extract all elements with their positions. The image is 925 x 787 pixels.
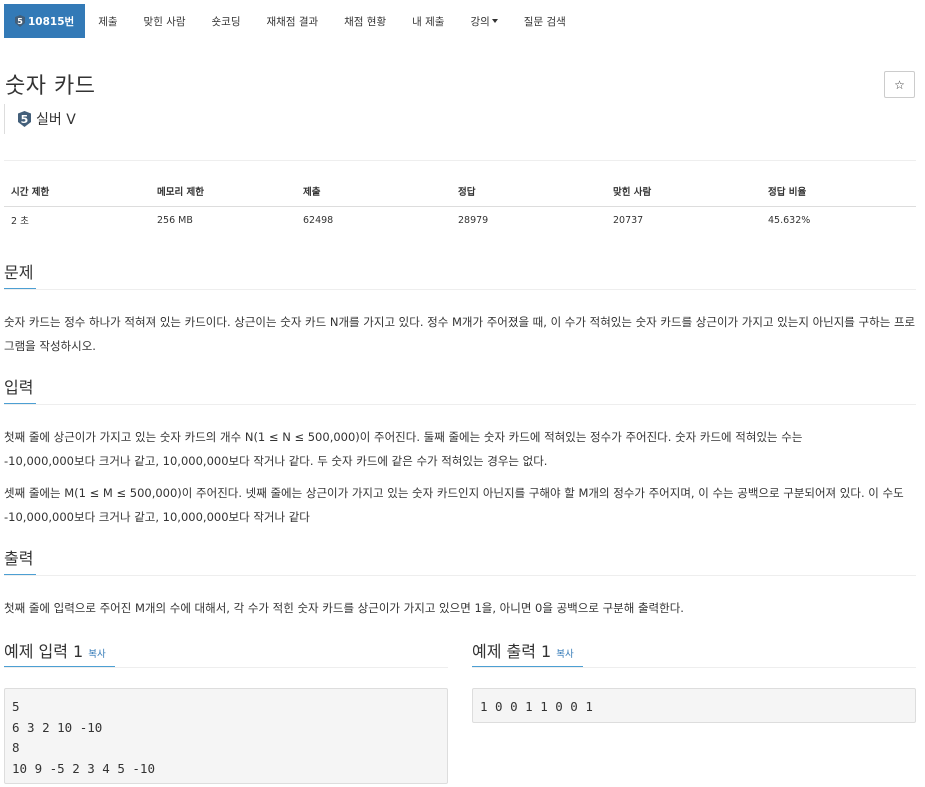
nav-rejudge-result[interactable]: 재채점 결과 <box>254 4 332 38</box>
nav-problem-tab[interactable]: 5 10815번 <box>4 4 86 38</box>
problem-tier: 5 실버 V <box>4 104 76 134</box>
sample-output-title: 예제 출력 1 <box>472 642 552 661</box>
input-description-1: 첫째 줄에 상근이가 가지고 있는 숫자 카드의 개수 N(1 ≤ N ≤ 50… <box>4 430 803 468</box>
caret-down-icon <box>491 19 498 23</box>
value-submissions: 62498 <box>303 214 334 226</box>
nav-solved-users[interactable]: 맞힌 사람 <box>131 4 199 38</box>
value-solved-users: 20737 <box>613 214 644 226</box>
value-accepted: 28979 <box>458 214 489 226</box>
header-solved-users: 맞힌 사람 <box>606 176 761 207</box>
header-accept-ratio: 정답 비율 <box>761 176 916 207</box>
table-header-row: 시간 제한 메모리 제한 제출 정답 맞힌 사람 정답 비율 <box>4 176 916 207</box>
star-icon: ☆ <box>894 77 905 92</box>
problem-description: 숫자 카드는 정수 하나가 적혀져 있는 카드이다. 상근이는 숫자 카드 N개… <box>4 315 916 353</box>
problem-title: 숫자 카드 <box>5 74 96 99</box>
copy-output-button[interactable]: 복사 <box>556 649 573 660</box>
header-accepted: 정답 <box>451 176 606 207</box>
svg-text:5: 5 <box>21 113 29 126</box>
divider <box>4 160 916 161</box>
divider <box>4 667 448 668</box>
problem-info-table: 시간 제한 메모리 제한 제출 정답 맞힌 사람 정답 비율 2 초 256 M… <box>4 176 916 234</box>
header-memory-limit: 메모리 제한 <box>150 176 296 207</box>
svg-text:5: 5 <box>17 17 23 26</box>
divider <box>4 289 916 290</box>
nav-lecture-label: 강의 <box>470 15 490 28</box>
sample-input-title: 예제 입력 1 <box>4 642 84 661</box>
output-heading: 출력 <box>4 545 36 576</box>
favorite-button[interactable]: ☆ <box>884 71 915 98</box>
sample-input-heading: 예제 입력 1 복사 <box>4 638 106 662</box>
output-heading-text: 출력 <box>4 549 34 568</box>
divider <box>4 575 916 576</box>
tier-label: 실버 V <box>36 112 76 128</box>
copy-input-button[interactable]: 복사 <box>88 649 105 660</box>
input-description-2: 셋째 줄에는 M(1 ≤ M ≤ 500,000)이 주어진다. 넷째 줄에는 … <box>4 486 904 524</box>
table-row: 2 초 256 MB 62498 28979 20737 45.632% <box>4 206 916 234</box>
nav-short-coding[interactable]: 숏코딩 <box>199 4 254 38</box>
value-time-limit: 2 초 <box>11 216 29 228</box>
divider <box>472 667 916 668</box>
value-memory-limit: 256 MB <box>157 214 193 226</box>
description-heading: 문제 <box>4 259 36 290</box>
output-description: 첫째 줄에 입력으로 주어진 M개의 수에 대해서, 각 수가 적힌 숫자 카드… <box>4 601 684 615</box>
nav-status[interactable]: 채점 현황 <box>331 4 399 38</box>
nav-lecture-dropdown[interactable]: 강의 <box>457 4 510 38</box>
sample-output-heading: 예제 출력 1 복사 <box>472 638 574 662</box>
nav-my-submissions[interactable]: 내 제출 <box>399 4 457 38</box>
divider <box>4 404 916 405</box>
header-time-limit: 시간 제한 <box>4 176 150 207</box>
input-heading-text: 입력 <box>4 378 34 397</box>
problem-nav: 5 10815번 제출 맞힌 사람 숏코딩 재채점 결과 채점 현황 내 제출 … <box>4 4 579 38</box>
tier-badge-icon: 5 <box>15 15 25 27</box>
sample-output-box[interactable]: 1 0 0 1 1 0 0 1 <box>472 688 916 723</box>
nav-problem-id: 10815번 <box>28 15 75 28</box>
nav-submit[interactable]: 제출 <box>85 4 130 38</box>
nav-question-search[interactable]: 질문 검색 <box>511 4 579 38</box>
header-submissions: 제출 <box>296 176 451 207</box>
tier-badge-icon: 5 <box>18 111 31 127</box>
input-heading: 입력 <box>4 374 36 405</box>
value-accept-ratio: 45.632% <box>768 214 811 226</box>
sample-input-box[interactable]: 5 6 3 2 10 -10 8 10 9 -5 2 3 4 5 -10 <box>4 688 448 784</box>
description-heading-text: 문제 <box>4 263 34 282</box>
